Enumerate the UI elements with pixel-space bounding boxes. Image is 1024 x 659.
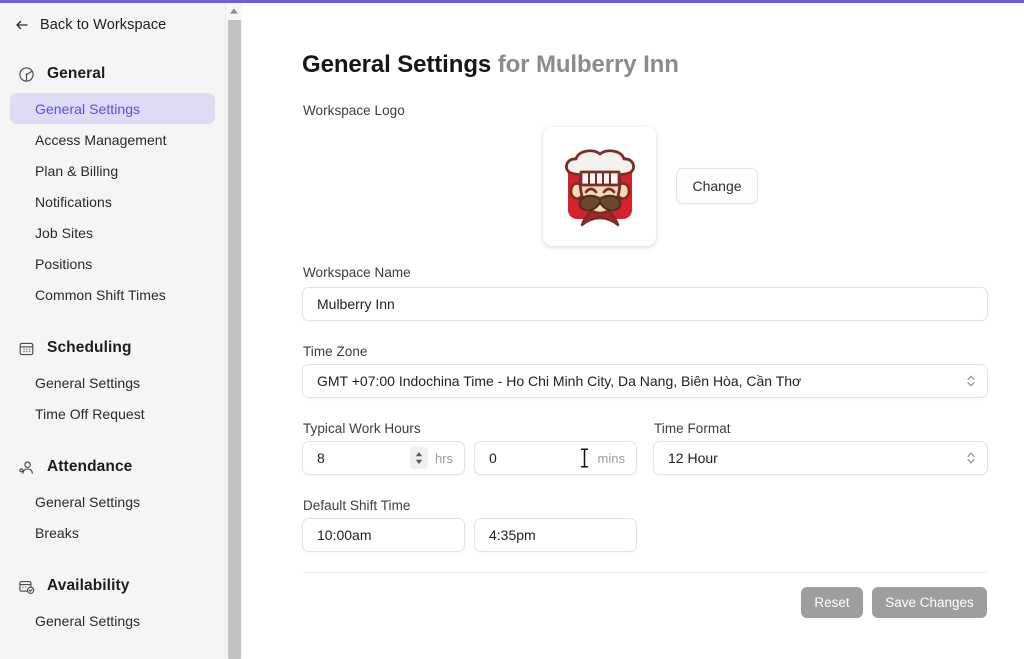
- sidebar-item-label: Time Off Request: [35, 405, 145, 422]
- work-hours-unit: hrs: [434, 450, 453, 466]
- change-logo-button[interactable]: Change: [676, 168, 758, 204]
- work-hours-stepper[interactable]: 8 hrs: [302, 441, 465, 475]
- sidebar-item-label: Plan & Billing: [35, 162, 119, 179]
- nav-group-header-scheduling: Scheduling: [0, 335, 225, 361]
- save-changes-button[interactable]: Save Changes: [872, 587, 987, 618]
- time-format-label: Time Format: [654, 421, 731, 436]
- shift-start-time-input[interactable]: [302, 518, 465, 552]
- page-title: General Settings for Mulberry Inn: [302, 51, 679, 79]
- section-divider: [302, 572, 987, 573]
- sidebar-item-label: General Settings: [35, 100, 141, 117]
- sidebar-item-availability-general-settings[interactable]: General Settings: [10, 605, 215, 636]
- work-hours-value: 8: [317, 450, 325, 466]
- sidebar-item-positions[interactable]: Positions: [10, 248, 215, 279]
- work-minutes-field[interactable]: 0 mins: [474, 441, 637, 475]
- sidebar-item-label: Positions: [35, 255, 93, 272]
- sidebar-item-label: Job Sites: [35, 224, 94, 241]
- nav-group-availability: Availability General Settings: [0, 573, 225, 636]
- time-zone-value: GMT +07:00 Indochina Time - Ho Chi Minh …: [317, 373, 802, 389]
- nav-group-title: Availability: [47, 577, 130, 594]
- user-check-icon: [18, 459, 35, 476]
- sidebar-item-attendance-general-settings[interactable]: General Settings: [10, 486, 215, 517]
- nav-group-header-attendance: Attendance: [0, 454, 225, 480]
- page-title-secondary: for Mulberry Inn: [497, 51, 679, 78]
- top-accent-bar: [0, 0, 1024, 3]
- typical-work-hours-label: Typical Work Hours: [303, 421, 421, 436]
- sidebar-item-label: Breaks: [35, 524, 79, 541]
- sidebar-item-label: Access Management: [35, 131, 167, 148]
- calendar-check-icon: [18, 578, 35, 595]
- sidebar-item-access-management[interactable]: Access Management: [10, 124, 215, 155]
- chef-mascot-logo-icon: [550, 137, 650, 237]
- nav-group-general: General General Settings Access Manageme…: [0, 61, 225, 310]
- workspace-logo-label: Workspace Logo: [303, 103, 405, 118]
- workspace-logo-preview[interactable]: [543, 127, 656, 246]
- reset-button[interactable]: Reset: [801, 587, 863, 618]
- page-title-primary: General Settings: [302, 51, 492, 78]
- sidebar-item-label: General Settings: [35, 612, 141, 629]
- sidebar-item-label: Common Shift Times: [35, 286, 166, 303]
- sidebar-item-label: Notifications: [35, 193, 112, 210]
- time-zone-label: Time Zone: [303, 344, 368, 359]
- time-format-value: 12 Hour: [668, 450, 718, 466]
- calendar-icon: [18, 340, 35, 357]
- sidebar: Back to Workspace General General Settin…: [0, 3, 225, 659]
- workspace-name-input[interactable]: [302, 287, 988, 321]
- time-zone-select[interactable]: GMT +07:00 Indochina Time - Ho Chi Minh …: [302, 364, 988, 398]
- main-content: General Settings for Mulberry Inn Worksp…: [242, 3, 1024, 659]
- arrow-left-icon: [14, 17, 30, 33]
- nav-group-header-availability: Availability: [0, 573, 225, 599]
- nav-group-scheduling: Scheduling General Settings Time Off Req…: [0, 335, 225, 429]
- sidebar-item-time-off-request[interactable]: Time Off Request: [10, 398, 215, 429]
- chevron-up-down-icon: [965, 449, 977, 467]
- caret-up-icon[interactable]: [226, 3, 242, 19]
- sidebar-item-general-settings[interactable]: General Settings: [10, 93, 215, 124]
- sidebar-item-scheduling-general-settings[interactable]: General Settings: [10, 367, 215, 398]
- compass-icon: [18, 66, 35, 83]
- sidebar-item-label: General Settings: [35, 374, 141, 391]
- work-minutes-value: 0: [489, 450, 497, 466]
- back-to-workspace-button[interactable]: Back to Workspace: [0, 5, 225, 45]
- scrollbar-thumb[interactable]: [228, 20, 241, 659]
- workspace-name-label: Workspace Name: [303, 265, 411, 280]
- nav-group-title: Scheduling: [47, 339, 132, 356]
- time-format-select[interactable]: 12 Hour: [653, 441, 988, 475]
- sidebar-item-plan-billing[interactable]: Plan & Billing: [10, 155, 215, 186]
- settings-page: Back to Workspace General General Settin…: [0, 0, 1024, 659]
- default-shift-time-label: Default Shift Time: [303, 498, 411, 513]
- sidebar-scrollbar[interactable]: [225, 3, 242, 659]
- back-to-workspace-label: Back to Workspace: [40, 17, 167, 33]
- sidebar-item-notifications[interactable]: Notifications: [10, 186, 215, 217]
- sidebar-item-common-shift-times[interactable]: Common Shift Times: [10, 279, 215, 310]
- chevron-up-down-icon: [965, 372, 977, 390]
- work-minutes-unit: mins: [597, 450, 625, 466]
- sidebar-item-job-sites[interactable]: Job Sites: [10, 217, 215, 248]
- shift-end-time-input[interactable]: [474, 518, 637, 552]
- sidebar-item-breaks[interactable]: Breaks: [10, 517, 215, 548]
- nav-group-title: General: [47, 65, 106, 82]
- stepper-up-down-icon[interactable]: [409, 447, 428, 469]
- sidebar-item-label: General Settings: [35, 493, 141, 510]
- nav-group-title: Attendance: [47, 458, 133, 475]
- nav-group-header-general: General: [0, 61, 225, 87]
- nav-group-attendance: Attendance General Settings Breaks: [0, 454, 225, 548]
